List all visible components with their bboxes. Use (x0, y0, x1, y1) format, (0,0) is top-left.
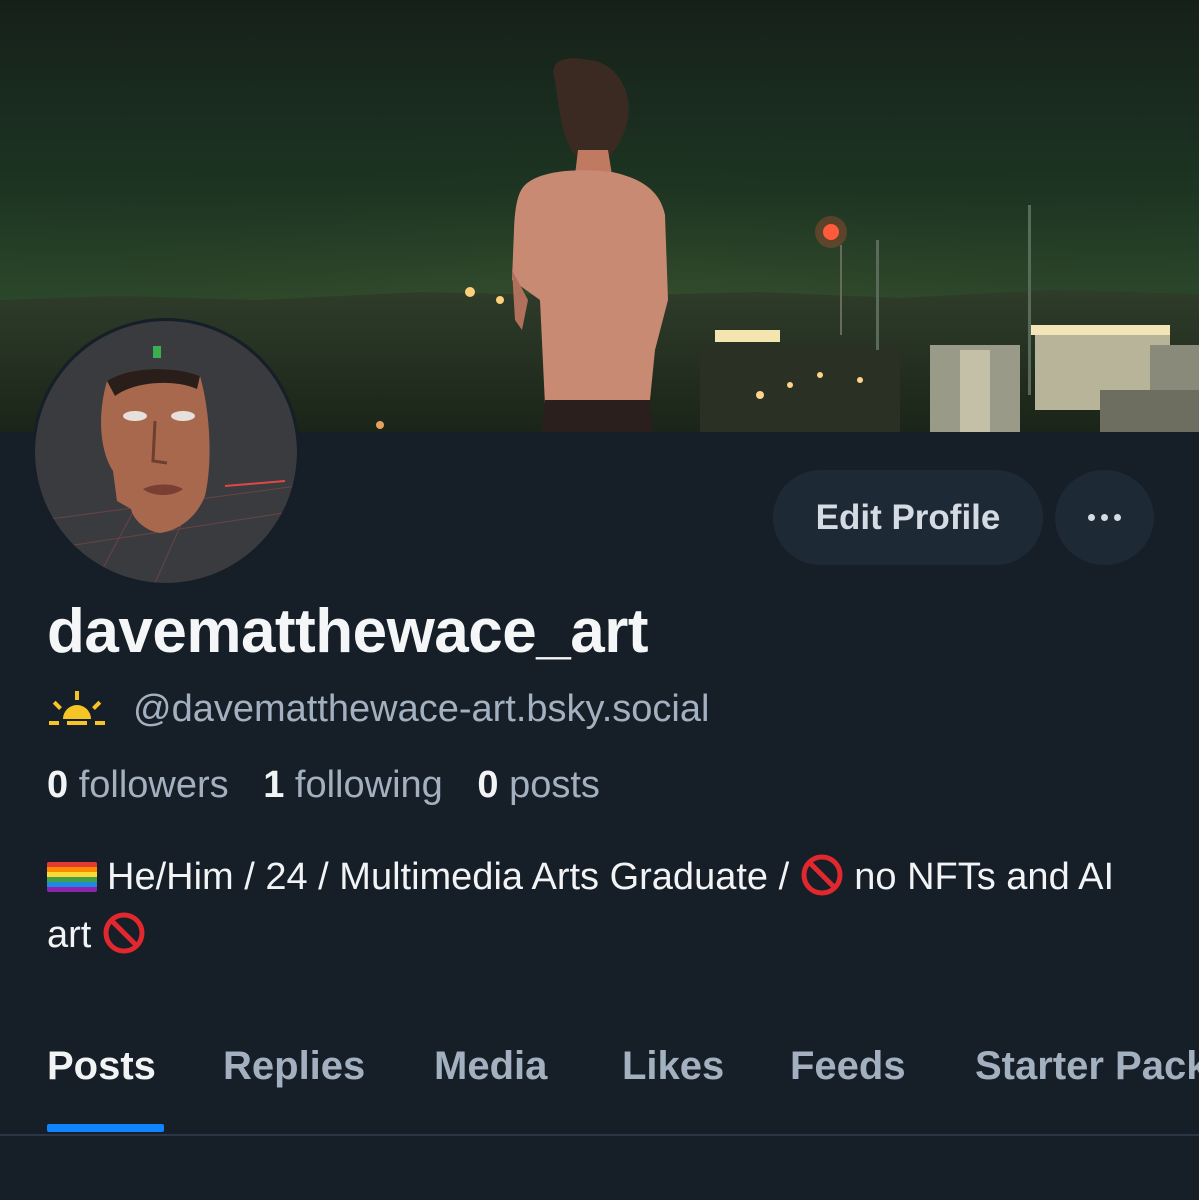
more-options-button[interactable] (1055, 470, 1154, 565)
bio-text-part-1: He/Him / 24 / Multimedia Arts Graduate / (107, 856, 800, 898)
avatar[interactable] (32, 318, 300, 586)
tab-posts[interactable]: Posts (47, 1044, 156, 1089)
followers-label: followers (78, 764, 229, 806)
tab-feeds[interactable]: Feeds (790, 1044, 906, 1089)
no-entry-icon (801, 854, 843, 896)
avatar-image (35, 321, 297, 583)
display-name: davematthewace_art (47, 597, 648, 666)
followers-count: 0 (47, 764, 69, 806)
following-count: 1 (263, 764, 285, 806)
handle-row: @davematthewace-art.bsky.social (47, 686, 709, 732)
tab-starter-packs[interactable]: Starter Packs (975, 1044, 1199, 1089)
no-entry-icon (103, 912, 145, 954)
following-label: following (294, 764, 443, 806)
active-tab-indicator (47, 1124, 164, 1132)
tab-media[interactable]: Media (434, 1044, 547, 1089)
rainbow-flag-icon (47, 862, 97, 892)
posts-count: 0 (477, 764, 499, 806)
posts-label: posts (509, 764, 600, 806)
tab-replies[interactable]: Replies (223, 1044, 365, 1089)
ellipsis-icon (1085, 514, 1124, 521)
profile-tabs: Posts Replies Media Likes Feeds Starter … (0, 1030, 1199, 1136)
followers-stat[interactable]: 0 followers (47, 764, 229, 806)
following-stat[interactable]: 1 following (263, 764, 443, 806)
tab-likes[interactable]: Likes (622, 1044, 724, 1089)
profile-stats: 0 followers 1 following 0 posts (47, 764, 624, 807)
handle[interactable]: @davematthewace-art.bsky.social (133, 688, 709, 731)
edit-profile-button[interactable]: Edit Profile (773, 470, 1043, 565)
profile-bio: He/Him / 24 / Multimedia Arts Graduate /… (47, 848, 1127, 964)
posts-stat: 0 posts (477, 764, 600, 806)
sunrise-icon (49, 691, 105, 725)
